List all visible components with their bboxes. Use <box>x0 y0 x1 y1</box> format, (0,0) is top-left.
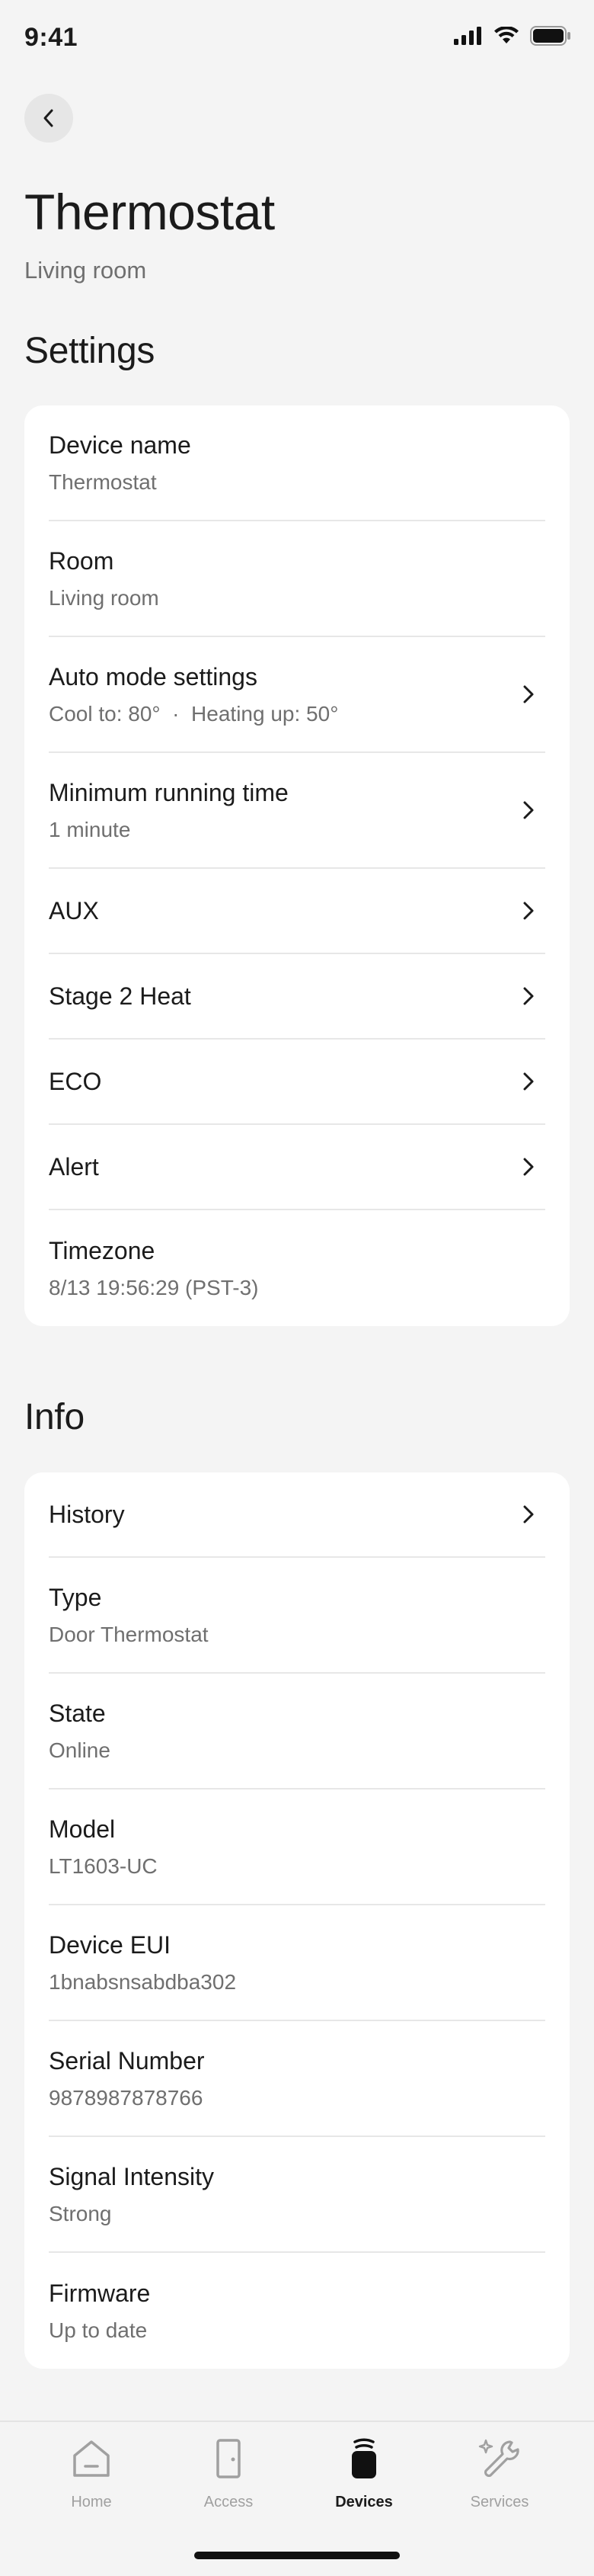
row-value: LT1603-UC <box>49 1854 158 1878</box>
row-label: Device EUI <box>49 1930 171 1959</box>
nav-label: Services <box>470 2494 529 2510</box>
nav-label: Access <box>203 2494 254 2510</box>
device-icon <box>352 2438 376 2478</box>
row-value: Up to date <box>49 2318 148 2342</box>
signal-icon <box>454 27 481 45</box>
status-icons <box>454 26 571 46</box>
info-state: State Online <box>49 1674 545 1789</box>
nav-label: Devices <box>335 2494 393 2510</box>
row-label: Type <box>49 1583 102 1611</box>
row-label: State <box>49 1699 106 1727</box>
row-value: 1bnabsnsabdba302 <box>49 1969 237 1994</box>
info-history[interactable]: History <box>49 1472 545 1558</box>
row-label: ECO <box>49 1067 102 1095</box>
setting-eco[interactable]: ECO <box>49 1040 545 1125</box>
chevron-right-icon <box>523 1072 534 1091</box>
nav-item-home[interactable]: Home <box>38 2434 145 2526</box>
row-label: Auto mode settings <box>49 662 257 690</box>
settings-card: Device name Thermostat Room Living room … <box>24 405 570 1326</box>
info-type: Type Door Thermostat <box>49 1558 545 1674</box>
chevron-right-icon <box>523 685 534 703</box>
info-signal-intensity: Signal Intensity Strong <box>49 2137 545 2253</box>
nav-label: Home <box>71 2494 112 2510</box>
back-button[interactable] <box>24 94 73 143</box>
row-value: Thermostat <box>49 469 157 494</box>
status-time: 9:41 <box>24 23 78 52</box>
row-value: Cool to: 80° · Heating up: 50° <box>49 701 339 726</box>
home-icon <box>73 2440 110 2477</box>
row-value: 1 minute <box>49 817 131 841</box>
chevron-right-icon <box>523 1158 534 1176</box>
chevron-left-icon <box>43 109 53 127</box>
row-label: Firmware <box>49 2279 151 2307</box>
page-subtitle: Living room <box>24 257 147 284</box>
wrench-icon <box>478 2439 519 2478</box>
door-icon <box>216 2439 241 2478</box>
row-label: Model <box>49 1815 116 1843</box>
row-label: Signal Intensity <box>49 2162 215 2190</box>
nav-item-access[interactable]: Access <box>175 2434 282 2526</box>
row-label: Minimum running time <box>49 778 289 806</box>
chevron-right-icon <box>523 1505 534 1523</box>
info-heading: Info <box>24 1397 85 1437</box>
chevron-right-icon <box>523 801 534 819</box>
row-value: Online <box>49 1738 110 1762</box>
row-label: Device name <box>49 431 191 459</box>
wifi-icon <box>494 27 519 43</box>
info-card: History Type Door Thermostat State Onlin… <box>24 1472 570 2369</box>
row-label: Alert <box>49 1152 99 1181</box>
setting-aux[interactable]: AUX <box>49 869 545 954</box>
setting-minimum-running-time[interactable]: Minimum running time 1 minute <box>49 753 545 869</box>
row-label: Serial Number <box>49 2046 205 2075</box>
setting-stage-2-heat[interactable]: Stage 2 Heat <box>49 954 545 1040</box>
setting-alert[interactable]: Alert <box>49 1125 545 1210</box>
row-label: AUX <box>49 896 99 924</box>
info-firmware: Firmware Up to date <box>49 2253 545 2369</box>
setting-device-name[interactable]: Device name Thermostat <box>49 405 545 521</box>
row-value: 9878987878766 <box>49 2085 203 2110</box>
nav-item-devices[interactable]: Devices <box>311 2434 417 2526</box>
chevron-right-icon <box>523 902 534 920</box>
page-title: Thermostat <box>24 184 275 240</box>
row-label: Room <box>49 546 114 575</box>
row-value: Strong <box>49 2201 112 2225</box>
chevron-right-icon <box>523 987 534 1005</box>
settings-heading: Settings <box>24 331 155 371</box>
status-bar: 9:41 <box>0 0 594 76</box>
info-model: Model LT1603-UC <box>49 1789 545 1905</box>
setting-timezone: Timezone 8/13 19:56:29 (PST-3) <box>49 1210 545 1326</box>
info-device-eui: Device EUI 1bnabsnsabdba302 <box>49 1905 545 2021</box>
nav-item-services[interactable]: Services <box>446 2434 553 2526</box>
setting-room[interactable]: Room Living room <box>49 521 545 637</box>
row-label: Stage 2 Heat <box>49 982 191 1010</box>
battery-icon <box>530 26 570 46</box>
row-value: Living room <box>49 585 159 610</box>
row-value: 8/13 19:56:29 (PST-3) <box>49 1275 259 1299</box>
info-serial-number: Serial Number 9878987878766 <box>49 2021 545 2137</box>
row-label: History <box>49 1500 125 1528</box>
home-indicator <box>194 2552 400 2559</box>
setting-auto-mode[interactable]: Auto mode settings Cool to: 80° · Heatin… <box>49 637 545 753</box>
row-label: Timezone <box>49 1236 155 1264</box>
row-value: Door Thermostat <box>49 1622 209 1646</box>
